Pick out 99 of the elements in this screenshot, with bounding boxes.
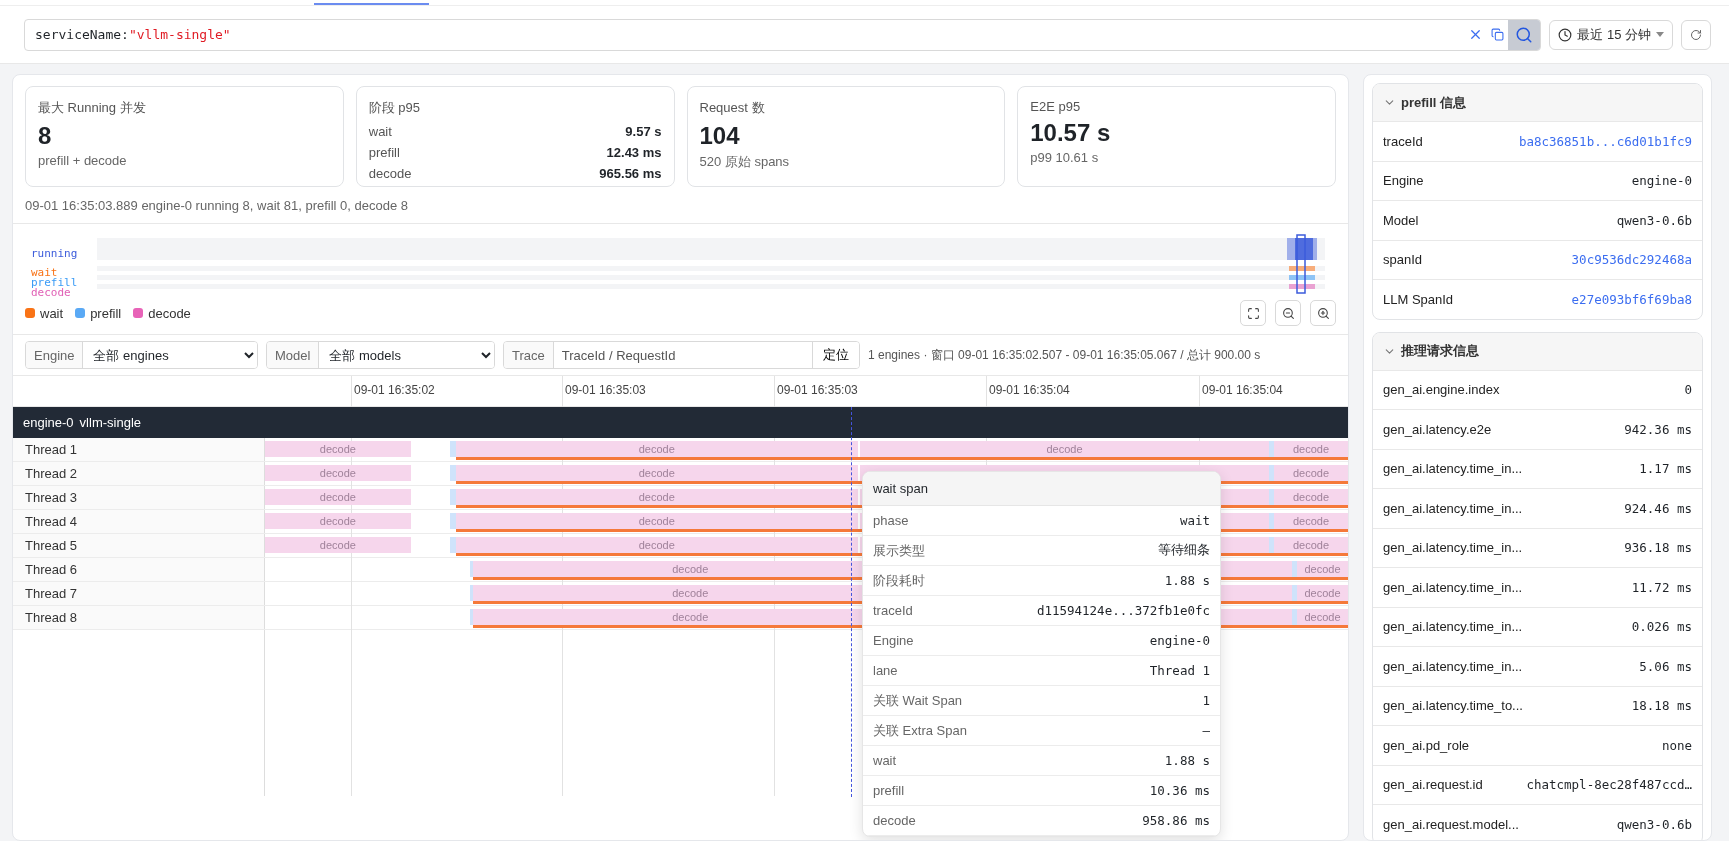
metric-label: prefill — [368, 144, 400, 162]
tooltip-label: 展示类型 — [873, 541, 925, 560]
metric-label: decode — [368, 165, 412, 183]
service-name: vllm-single — [79, 415, 141, 430]
tooltip-value: 958.86 ms — [1142, 813, 1210, 828]
attribute-value: qwen3-0.6b — [1616, 212, 1692, 228]
model-label: Model — [267, 342, 320, 368]
tooltip-value: d11594124e...372fb1e0fc — [1036, 603, 1210, 618]
card-subtitle: prefill + decode — [38, 153, 128, 168]
attribute-label: gen_ai.latency.time_in... — [1383, 540, 1523, 556]
metric-value: 12.43 ms — [606, 144, 662, 162]
tooltip-value: engine-0 — [1149, 633, 1210, 648]
attribute-value: 1.17 ms — [1639, 461, 1692, 477]
axis-tick-label: 09-01 16:35:04 — [989, 383, 1070, 397]
metric-value: 965.56 ms — [599, 165, 662, 183]
tooltip-label: prefill — [873, 783, 905, 798]
thread-name: Thread 4 — [13, 510, 265, 533]
tooltip-label: lane — [873, 663, 898, 678]
tooltip-label: 关联 Wait Span — [873, 691, 963, 710]
attribute-value: 942.36 ms — [1624, 421, 1692, 437]
attribute-label: Engine — [1383, 173, 1424, 189]
tooltip-value: – — [1202, 723, 1210, 738]
card-title: 阶段 p95 — [368, 99, 422, 117]
tooltip-value: 等待细条 — [1158, 542, 1210, 559]
tooltip-value: wait — [1179, 513, 1210, 528]
thread-name: Thread 6 — [13, 558, 265, 581]
legend-item: wait — [25, 305, 64, 321]
attribute-label: gen_ai.engine.index — [1383, 382, 1500, 398]
section-title: 推理请求信息 — [1401, 342, 1479, 360]
metric-label: wait — [368, 123, 392, 141]
attribute-label: gen_ai.request.model... — [1383, 816, 1519, 832]
card-value: 104 — [699, 121, 741, 151]
tooltip-value: 10.36 ms — [1149, 783, 1210, 798]
minimap-label: wait — [31, 268, 58, 278]
attribute-value: 924.46 ms — [1624, 500, 1692, 516]
attribute-label: gen_ai.latency.e2e — [1383, 421, 1492, 437]
minimap-label: decode — [31, 288, 71, 298]
attribute-value: qwen3-0.6b — [1616, 816, 1692, 832]
section-title: prefill 信息 — [1401, 93, 1466, 112]
thread-name: Thread 1 — [13, 438, 265, 461]
axis-tick-label: 09-01 16:35:03 — [565, 383, 646, 397]
attribute-value: 18.18 ms — [1631, 698, 1692, 714]
attribute-label: traceId — [1383, 133, 1423, 149]
attribute-label: Model — [1383, 212, 1419, 228]
attribute-label: gen_ai.latency.time_to... — [1383, 698, 1523, 714]
axis-tick-label: 09-01 16:35:04 — [1202, 383, 1283, 397]
axis-tick-label: 09-01 16:35:03 — [777, 383, 858, 397]
engine-label: Engine — [26, 342, 84, 368]
attribute-value: engine-0 — [1631, 173, 1692, 189]
card-title: 最大 Running 并发 — [38, 99, 147, 117]
minimap-label: running — [31, 246, 79, 262]
tooltip-label: 关联 Extra Span — [873, 721, 967, 740]
attribute-label: LLM SpanId — [1383, 291, 1454, 307]
tooltip-value: Thread 1 — [1149, 663, 1210, 678]
attribute-label: gen_ai.request.id — [1383, 777, 1483, 793]
thread-name: Thread 3 — [13, 486, 265, 509]
attribute-value: 5.06 ms — [1639, 658, 1692, 674]
tooltip-label: decode — [873, 813, 916, 828]
attribute-value: none — [1661, 737, 1692, 753]
engine-name: engine-0 — [23, 415, 74, 430]
tooltip-value: 1.88 s — [1164, 753, 1210, 768]
tooltip-title: wait span — [863, 472, 1220, 506]
card-subtitle: p99 10.61 s — [1030, 150, 1100, 165]
attribute-value: 0 — [1684, 382, 1692, 398]
card-subtitle: 520 原始 spans — [699, 153, 791, 171]
thread-name: Thread 8 — [13, 606, 265, 629]
attribute-value: 936.18 ms — [1624, 540, 1692, 556]
attribute-label: gen_ai.latency.time_in... — [1383, 579, 1523, 595]
tooltip-value: 1.88 s — [1164, 573, 1210, 588]
tooltip-label: Engine — [873, 633, 914, 648]
thread-name: Thread 5 — [13, 534, 265, 557]
attribute-value: 0.026 ms — [1631, 619, 1692, 635]
metric-value: 9.57 s — [625, 123, 662, 141]
attribute-label: gen_ai.latency.time_in... — [1383, 658, 1523, 674]
tooltip-label: wait — [873, 753, 897, 768]
query-value: "vllm-single" — [128, 27, 232, 42]
attribute-label: gen_ai.latency.time_in... — [1383, 461, 1523, 477]
thread-name: Thread 2 — [13, 462, 265, 485]
legend-item: decode — [133, 305, 191, 321]
attribute-label: gen_ai.pd_role — [1383, 737, 1470, 753]
status-line: 09-01 16:35:03.889 engine-0 running 8, wait 81, prefill 0, decode 8 — [13, 187, 1348, 224]
query-key: serviceName: — [35, 27, 129, 42]
attribute-value: chatcmpl-8ec28f487ccd… — [1526, 777, 1692, 793]
card-value: 8 — [38, 121, 53, 151]
attribute-label: gen_ai.latency.time_in... — [1383, 619, 1523, 635]
window-summary: 1 engines · 窗口 09-01 16:35:02.507 - 09-01 16:35:05.067 / 总计 900.00 s — [868, 346, 1261, 364]
card-title: E2E p95 — [1030, 99, 1082, 114]
trace-label: Trace — [504, 342, 554, 368]
minimap-label: prefill — [31, 278, 79, 288]
thread-name: Thread 7 — [13, 582, 265, 605]
tooltip-label: phase — [873, 513, 909, 528]
attribute-label: spanId — [1383, 252, 1423, 268]
tooltip-value: 1 — [1202, 693, 1210, 708]
axis-tick-label: 09-01 16:35:02 — [354, 383, 435, 397]
legend-item: prefill — [75, 305, 122, 321]
card-title: Request 数 — [699, 99, 766, 117]
attribute-value: 11.72 ms — [1631, 579, 1692, 595]
card-value: 10.57 s — [1030, 118, 1112, 148]
attribute-label: gen_ai.latency.time_in... — [1383, 500, 1523, 516]
